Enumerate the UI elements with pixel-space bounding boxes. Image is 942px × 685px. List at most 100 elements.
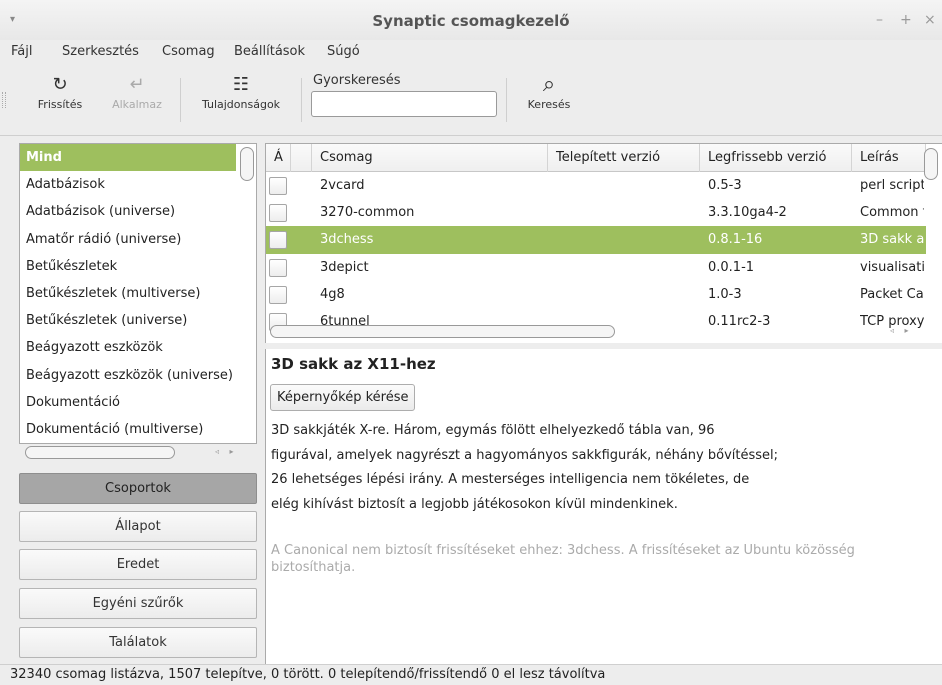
quick-search-label: Gyorskeresés (313, 73, 401, 88)
status-bar: 32340 csomag listázva, 1507 telepítve, 0… (0, 664, 942, 685)
origin-button[interactable]: Eredet (19, 549, 257, 580)
package-details: 3D sakk az X11-hez Képernyőkép kérése 3D… (265, 349, 942, 664)
menu-package[interactable]: Csomag (162, 44, 215, 59)
package-checkbox[interactable] (269, 285, 287, 304)
properties-label: Tulajdonságok (201, 98, 281, 111)
toolbar: ↻ Frissítés ↵ Alkalmaz ☷ Tulajdonságok G… (0, 64, 942, 136)
scroll-arrows-icon[interactable]: ◃ ▸ (890, 326, 913, 335)
package-name-cell: 2vcard (320, 178, 365, 193)
column-status[interactable]: Á (266, 144, 291, 172)
category-list[interactable]: Mind Adatbázisok Adatbázisok (universe) … (19, 143, 257, 444)
category-item[interactable]: Betűkészletek (universe) (20, 307, 236, 334)
title-bar: ▾ Synaptic csomagkezelő – + × (0, 0, 942, 40)
apply-icon: ↵ (129, 74, 145, 95)
package-list-header: Á Csomag Telepített verzió Legfrissebb v… (266, 144, 926, 172)
package-checkbox[interactable] (269, 258, 287, 277)
category-item[interactable]: Adatbázisok (universe) (20, 198, 236, 225)
category-item[interactable]: Betűkészletek (multiverse) (20, 280, 236, 307)
category-item[interactable]: Adatbázisok (20, 171, 236, 198)
apply-button[interactable]: ↵ Alkalmaz (102, 72, 172, 111)
search-button[interactable]: ⌕ Keresés (516, 72, 582, 111)
package-checkbox[interactable] (269, 204, 287, 223)
description-line: figurával, amelyek nagyrészt a hagyomány… (271, 447, 779, 463)
menu-help[interactable]: Súgó (327, 44, 360, 59)
installed-version-cell (556, 199, 698, 226)
installed-version-cell (556, 226, 698, 253)
description-line: elég kihívást biztosít a legjobb játékos… (271, 496, 678, 512)
package-name-cell: 4g8 (320, 286, 345, 302)
scroll-arrows-icon[interactable]: ◃ ▸ (215, 447, 238, 456)
column-installed-version[interactable]: Telepített verzió (548, 144, 700, 172)
menu-file[interactable]: Fájl (11, 44, 32, 59)
groups-button[interactable]: Csoportok (19, 473, 257, 504)
package-checkbox[interactable] (269, 231, 287, 250)
category-item[interactable]: Beágyazott eszközök (universe) (20, 362, 236, 389)
search-label: Keresés (527, 98, 571, 111)
menu-bar: Fájl Szerkesztés Csomag Beállítások Súgó (0, 40, 942, 64)
description-line: 26 lehetséges lépési irány. A mestersége… (271, 472, 750, 487)
toolbar-separator (180, 78, 181, 122)
latest-version-cell: 3.3.10ga4-2 (708, 205, 787, 221)
column-description[interactable]: Leírás (852, 144, 926, 172)
package-row[interactable]: 4g8 1.0-3 Packet Capture and Interception … (266, 281, 926, 308)
window-title: Synaptic csomagkezelő (372, 12, 570, 30)
toolbar-separator (301, 78, 302, 122)
description-cell: Common files for IBM 3270 emulators and … (860, 205, 924, 221)
package-name-cell: 3depict (320, 259, 369, 275)
latest-version-cell: 0.0.1-1 (708, 259, 755, 275)
latest-version-cell: 0.5-3 (708, 178, 742, 193)
maximize-icon[interactable]: + (900, 12, 912, 28)
category-scroll-thumb[interactable] (25, 446, 175, 459)
details-description: 3D sakkjáték X-re. Három, egymás fölött … (271, 419, 778, 517)
column-latest-version[interactable]: Legfrissebb verzió (700, 144, 852, 172)
description-line: 3D sakkjáték X-re. Három, egymás fölött … (271, 423, 715, 438)
package-row[interactable]: 3depict 0.0.1-1 visualisation and analysis… (266, 254, 926, 281)
details-title: 3D sakk az X11-hez (271, 355, 436, 373)
package-row[interactable]: 3dchess 0.8.1-16 3D sakk az X11-hez (266, 226, 926, 254)
latest-version-cell: 0.8.1-16 (708, 232, 763, 248)
quick-search-input[interactable] (311, 91, 497, 117)
latest-version-cell: 1.0-3 (708, 286, 742, 302)
status-text: 32340 csomag listázva, 1507 telepítve, 0… (10, 667, 606, 682)
package-checkbox[interactable] (269, 177, 287, 195)
description-cell: perl script to convert an addressbook to… (860, 178, 924, 193)
installed-version-cell (556, 172, 698, 199)
installed-version-cell (556, 254, 698, 281)
package-vertical-scrollbar[interactable] (924, 148, 938, 180)
package-row[interactable]: 3270-common 3.3.10ga4-2 Common files for I… (266, 199, 926, 226)
category-vertical-scrollbar[interactable] (240, 147, 254, 181)
menu-settings[interactable]: Beállítások (234, 44, 305, 59)
reload-button[interactable]: ↻ Frissítés (24, 72, 96, 111)
properties-icon: ☷ (232, 74, 250, 95)
apply-label: Alkalmaz (112, 98, 162, 111)
installed-version-cell (556, 281, 698, 308)
category-item[interactable]: Beágyazott eszközök (20, 334, 236, 361)
package-row[interactable]: 2vcard 0.5-3 perl script to convert an add… (266, 172, 926, 199)
toolbar-separator (506, 78, 507, 122)
category-item[interactable]: Dokumentáció (multiverse) (20, 416, 236, 443)
status-button[interactable]: Állapot (19, 511, 257, 542)
description-cell: 3D sakk az X11-hez (860, 232, 924, 248)
properties-button[interactable]: ☷ Tulajdonságok (190, 72, 292, 111)
package-scroll-thumb[interactable] (270, 325, 615, 338)
category-horizontal-scrollbar[interactable]: ◃ ▸ (19, 444, 257, 460)
close-icon[interactable]: × (924, 12, 936, 28)
reload-icon: ↻ (52, 74, 68, 95)
minimize-icon[interactable]: – (876, 12, 883, 28)
category-item[interactable]: Mind (20, 144, 236, 172)
description-cell: Packet Capture and Interception for Swit… (860, 286, 924, 302)
toolbar-grip[interactable] (2, 92, 6, 108)
results-button[interactable]: Találatok (19, 627, 257, 658)
category-item[interactable]: Betűkészletek (20, 253, 236, 280)
custom-filters-button[interactable]: Egyéni szűrők (19, 588, 257, 619)
menu-edit[interactable]: Szerkesztés (62, 44, 139, 59)
get-screenshot-button[interactable]: Képernyőkép kérése (270, 384, 416, 411)
category-item[interactable]: Dokumentáció (20, 389, 236, 416)
category-item[interactable]: Amatőr rádió (universe) (20, 226, 236, 253)
package-list[interactable]: Á Csomag Telepített verzió Legfrissebb v… (265, 143, 942, 343)
description-cell: visualisation and analysis for single va… (860, 259, 924, 275)
package-name-cell: 3dchess (320, 232, 374, 248)
column-package[interactable]: Csomag (312, 144, 548, 172)
column-support[interactable] (291, 144, 312, 172)
package-horizontal-scrollbar[interactable]: ◃ ▸ (266, 323, 926, 339)
